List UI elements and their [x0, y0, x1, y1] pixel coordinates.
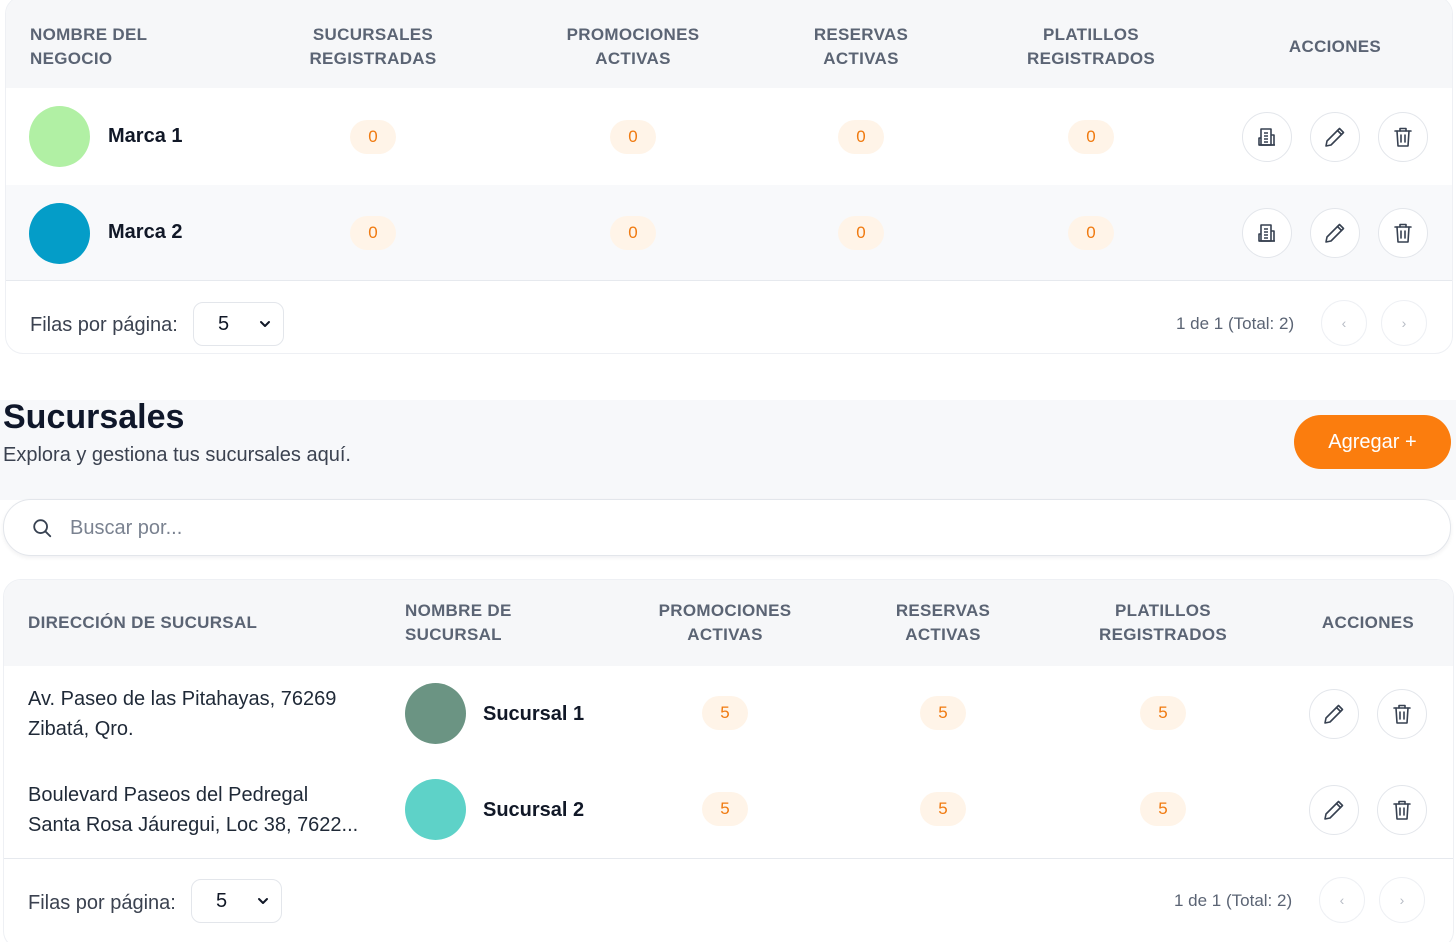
page-subtitle: Explora y gestiona tus sucursales aquí. [3, 444, 351, 466]
divider [4, 858, 1453, 859]
pencil-icon [1324, 800, 1344, 820]
chevron-left-icon: ‹ [1339, 892, 1345, 908]
view-branches-button[interactable] [1242, 208, 1292, 258]
branches-count-badge: 0 [350, 120, 396, 154]
trash-icon [1393, 704, 1411, 724]
rows-per-page-value: 5 [216, 889, 228, 912]
page-title: Sucursales [3, 398, 185, 436]
rows-per-page-label: Filas por página: [30, 314, 178, 336]
promotions-count-badge: 5 [702, 696, 748, 730]
divider [6, 280, 1452, 281]
search-input[interactable] [70, 512, 1370, 544]
branch-name: Sucursal 2 [483, 799, 585, 821]
dishes-count-badge: 0 [1068, 216, 1114, 250]
trash-icon [1393, 800, 1411, 820]
chevron-left-icon: ‹ [1341, 315, 1347, 331]
chevron-right-icon: › [1401, 315, 1407, 331]
chevron-right-icon: › [1399, 892, 1405, 908]
column-header-branches: SUCURSALES REGISTRADAS [309, 24, 437, 68]
avatar [405, 683, 466, 744]
delete-button[interactable] [1377, 689, 1427, 739]
column-header-dishes: PLATILLOS REGISTRADOS [1099, 601, 1227, 644]
edit-button[interactable] [1310, 112, 1360, 162]
edit-button[interactable] [1310, 208, 1360, 258]
trash-icon [1394, 127, 1412, 147]
column-header-reservations: RESERVAS ACTIVAS [813, 24, 909, 68]
reservations-count-badge: 0 [838, 120, 884, 154]
pencil-icon [1325, 223, 1345, 243]
column-header-promotions: PROMOCIONES ACTIVAS [658, 601, 792, 644]
column-header-actions: ACCIONES [1321, 613, 1415, 632]
column-header-business-name: NOMBRE DEL NEGOCIO [30, 24, 148, 68]
avatar [29, 203, 90, 264]
next-page-button[interactable]: › [1379, 877, 1425, 923]
avatar [405, 779, 466, 840]
brands-table-header: NOMBRE DEL NEGOCIO SUCURSALES REGISTRADA… [6, 0, 1452, 88]
brand-name: Marca 2 [108, 221, 183, 243]
branches-table: DIRECCIÓN DE SUCURSAL NOMBRE DE SUCURSAL… [3, 579, 1454, 942]
column-header-promotions: PROMOCIONES ACTIVAS [566, 24, 700, 68]
search-icon [33, 519, 52, 538]
table-row: Marca 1 0 0 0 0 [6, 88, 1452, 185]
next-page-button[interactable]: › [1381, 300, 1427, 346]
column-header-address: DIRECCIÓN DE SUCURSAL [28, 613, 258, 632]
building-icon [1258, 128, 1275, 146]
edit-button[interactable] [1309, 689, 1359, 739]
promotions-count-badge: 5 [702, 792, 748, 826]
pencil-icon [1325, 127, 1345, 147]
column-header-dishes: PLATILLOS REGISTRADOS [1027, 24, 1155, 68]
pencil-icon [1324, 704, 1344, 724]
reservations-count-badge: 5 [920, 792, 966, 826]
rows-per-page-select[interactable]: 5 [193, 302, 284, 346]
branches-table-header: DIRECCIÓN DE SUCURSAL NOMBRE DE SUCURSAL… [4, 580, 1453, 666]
reservations-count-badge: 5 [920, 696, 966, 730]
branch-address: Av. Paseo de las Pitahayas, 76269 Zibatá… [28, 688, 337, 740]
table-row: Marca 2 0 0 0 0 [6, 185, 1452, 280]
dishes-count-badge: 5 [1140, 792, 1186, 826]
table-row: Av. Paseo de las Pitahayas, 76269 Zibatá… [4, 666, 1453, 762]
promotions-count-badge: 0 [610, 216, 656, 250]
prev-page-button[interactable]: ‹ [1321, 300, 1367, 346]
delete-button[interactable] [1378, 208, 1428, 258]
table-row: Boulevard Paseos del Pedregal Santa Rosa… [4, 762, 1453, 858]
rows-per-page-label: Filas por página: [28, 892, 176, 914]
rows-per-page-value: 5 [218, 312, 230, 335]
dishes-count-badge: 0 [1068, 120, 1114, 154]
delete-button[interactable] [1378, 112, 1428, 162]
edit-button[interactable] [1309, 785, 1359, 835]
page-info: 1 de 1 (Total: 2) [1176, 314, 1295, 333]
branches-count-badge: 0 [350, 216, 396, 250]
page-info: 1 de 1 (Total: 2) [1174, 891, 1293, 910]
column-header-actions: ACCIONES [1288, 36, 1382, 56]
brand-name: Marca 1 [108, 125, 183, 147]
chevron-down-icon [260, 321, 270, 327]
avatar [29, 106, 90, 167]
building-icon [1258, 224, 1275, 242]
search-bar [3, 499, 1451, 556]
trash-icon [1394, 223, 1412, 243]
dishes-count-badge: 5 [1140, 696, 1186, 730]
prev-page-button[interactable]: ‹ [1319, 877, 1365, 923]
reservations-count-badge: 0 [838, 216, 884, 250]
promotions-count-badge: 0 [610, 120, 656, 154]
rows-per-page-select[interactable]: 5 [191, 879, 282, 923]
chevron-down-icon [258, 898, 268, 904]
column-header-branch-name: NOMBRE DE SUCURSAL [405, 601, 512, 644]
branch-address: Boulevard Paseos del Pedregal Santa Rosa… [28, 784, 359, 836]
delete-button[interactable] [1377, 785, 1427, 835]
add-branch-button[interactable]: Agregar + [1294, 415, 1451, 469]
branch-name: Sucursal 1 [483, 703, 585, 725]
brands-table: NOMBRE DEL NEGOCIO SUCURSALES REGISTRADA… [5, 0, 1453, 354]
column-header-reservations: RESERVAS ACTIVAS [895, 601, 991, 644]
view-branches-button[interactable] [1242, 112, 1292, 162]
